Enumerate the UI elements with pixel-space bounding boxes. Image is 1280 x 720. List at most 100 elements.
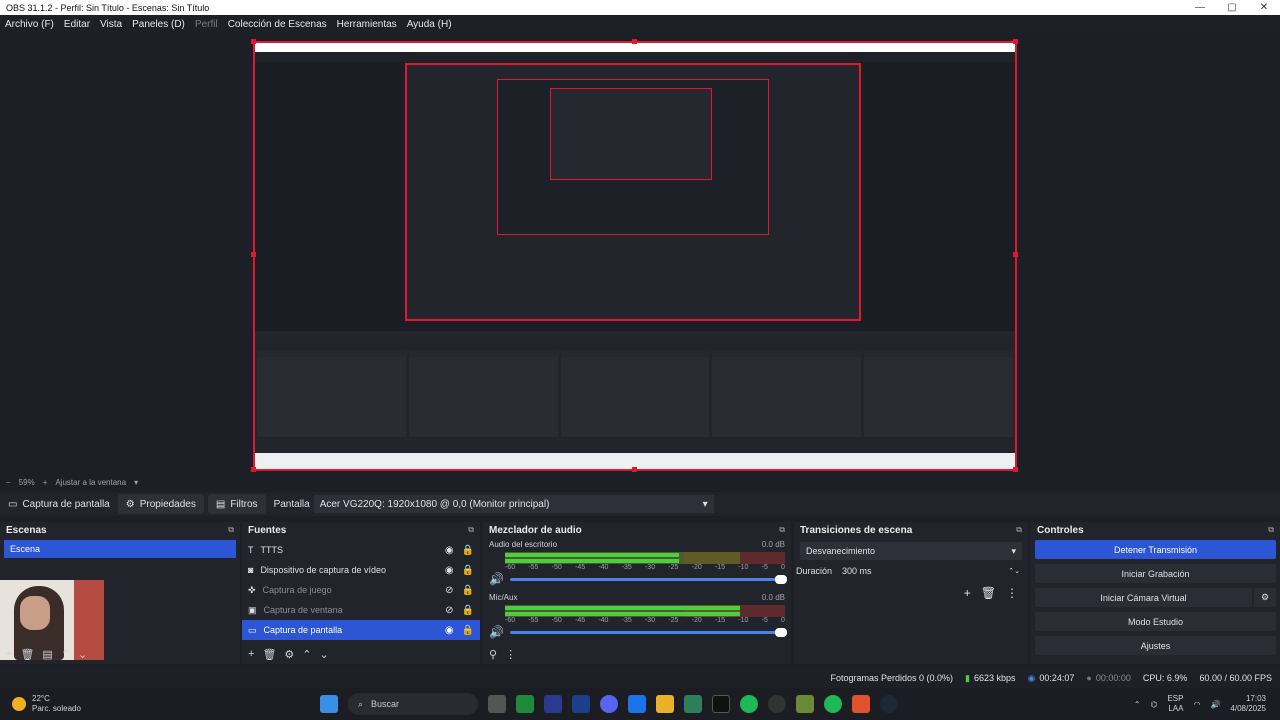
excel-icon[interactable] — [516, 695, 534, 713]
weather-widget[interactable]: 22°C Parc. soleado — [0, 694, 320, 714]
source-item-game-capture[interactable]: ✜ Captura de juego ⊘ 🔒 — [242, 580, 480, 600]
close-button[interactable]: ✕ — [1248, 2, 1280, 13]
discord-icon[interactable] — [600, 695, 618, 713]
more-icon[interactable]: ⋮ — [1006, 586, 1018, 600]
resize-handle[interactable] — [1013, 39, 1018, 44]
spotify-icon[interactable] — [824, 695, 842, 713]
chevron-up-icon[interactable]: ⌃ — [1134, 700, 1141, 709]
add-icon[interactable]: + — [248, 648, 254, 660]
brave-icon[interactable] — [852, 695, 870, 713]
capcut-icon[interactable] — [712, 695, 730, 713]
more-icon[interactable]: ⋮ — [505, 648, 516, 661]
source-item-screen-capture[interactable]: ▭ Captura de pantalla ◉ 🔒 — [242, 620, 480, 640]
popout-icon[interactable]: ⧉ — [228, 525, 234, 535]
popout-icon[interactable]: ⧉ — [1268, 525, 1274, 535]
eye-icon[interactable]: ◉ — [445, 545, 454, 556]
transition-select[interactable]: Desvanecimiento ▾ — [800, 542, 1022, 560]
menu-paneles[interactable]: Paneles (D) — [127, 19, 190, 30]
resize-handle[interactable] — [251, 252, 256, 257]
volume-knob[interactable] — [775, 574, 787, 584]
folder-icon[interactable] — [656, 695, 674, 713]
obs-icon[interactable] — [768, 695, 786, 713]
trash-icon[interactable]: 🗑 — [981, 586, 996, 600]
volume-knob[interactable] — [775, 627, 787, 637]
volume-slider[interactable] — [509, 574, 787, 584]
resize-handle[interactable] — [1013, 252, 1018, 257]
source-item-window-capture[interactable]: ▣ Captura de ventana ⊘ 🔒 — [242, 600, 480, 620]
stepper-icon[interactable]: ⌃⌄ — [1008, 567, 1026, 575]
menu-coleccion-escenas[interactable]: Colección de Escenas — [223, 19, 332, 30]
menu-perfil[interactable]: Perfil — [190, 19, 223, 30]
resize-handle[interactable] — [251, 467, 256, 472]
popout-icon[interactable]: ⧉ — [468, 525, 474, 535]
settings-button[interactable]: Ajustes — [1035, 636, 1276, 655]
premiere-icon[interactable] — [544, 695, 562, 713]
stop-streaming-button[interactable]: Detener Transmisión — [1035, 540, 1276, 559]
eye-icon[interactable]: ◉ — [445, 625, 454, 636]
speaker-icon[interactable]: 🔊 — [1210, 700, 1220, 709]
xbox-icon[interactable] — [740, 695, 758, 713]
minecraft-icon[interactable] — [796, 695, 814, 713]
windows-start-icon[interactable] — [320, 695, 338, 713]
start-virtual-camera-button[interactable]: Iniciar Cámara Virtual — [1035, 588, 1252, 607]
add-icon[interactable]: + — [964, 586, 971, 600]
eye-icon[interactable]: ◉ — [445, 565, 454, 576]
resize-handle[interactable] — [632, 39, 637, 44]
eye-hidden-icon[interactable]: ⊘ — [445, 585, 453, 596]
wifi-icon[interactable]: ◠ — [1193, 700, 1200, 709]
resize-handle[interactable] — [632, 467, 637, 472]
menu-editar[interactable]: Editar — [59, 19, 95, 30]
gear-icon[interactable]: ⚙ — [1254, 588, 1276, 607]
source-item-ttts[interactable]: T TTTS ◉ 🔒 — [242, 540, 480, 560]
steam-icon[interactable] — [880, 695, 898, 713]
filter-icon[interactable]: ▤ — [42, 648, 52, 661]
filters-button[interactable]: ▤ Filtros — [207, 494, 266, 514]
lock-icon[interactable]: 🔒 — [462, 625, 474, 636]
edge-icon[interactable] — [628, 695, 646, 713]
properties-button[interactable]: ⚙ Propiedades — [117, 494, 204, 514]
move-down-icon[interactable]: ⌄ — [320, 648, 329, 661]
source-item-video-capture[interactable]: ◙ Dispositivo de captura de vídeo ◉ 🔒 — [242, 560, 480, 580]
clock[interactable]: 17:03 4/08/2025 — [1230, 694, 1266, 714]
language-indicator[interactable]: ESP LAA — [1167, 694, 1183, 714]
resize-handle[interactable] — [1013, 467, 1018, 472]
lock-icon[interactable]: 🔒 — [462, 605, 474, 616]
task-view-icon[interactable] — [488, 695, 506, 713]
start-recording-button[interactable]: Iniciar Grabación — [1035, 564, 1276, 583]
add-icon[interactable]: + — [6, 648, 12, 660]
studio-mode-button[interactable]: Modo Estudio — [1035, 612, 1276, 631]
link-icon[interactable]: ⚲ — [489, 648, 497, 661]
menu-vista[interactable]: Vista — [95, 19, 127, 30]
lock-icon[interactable]: 🔒 — [462, 545, 474, 556]
app-icon[interactable] — [684, 695, 702, 713]
move-up-icon[interactable]: ⌃ — [302, 648, 311, 661]
trash-icon[interactable]: 🗑 — [262, 648, 276, 661]
lock-icon[interactable]: 🔒 — [462, 585, 474, 596]
scene-item[interactable]: Escena — [4, 540, 236, 558]
network-icon[interactable]: ⌬ — [1150, 700, 1157, 709]
trash-icon[interactable]: 🗑 — [20, 648, 34, 661]
eye-hidden-icon[interactable]: ⊘ — [445, 605, 453, 616]
popout-icon[interactable]: ⧉ — [1016, 525, 1022, 535]
maximize-button[interactable]: ▢ — [1216, 2, 1248, 13]
chevron-down-icon[interactable]: ▾ — [134, 478, 138, 487]
zoom-in-button[interactable]: + — [43, 478, 48, 487]
lock-icon[interactable]: 🔒 — [462, 565, 474, 576]
resize-handle[interactable] — [251, 39, 256, 44]
menu-ayuda[interactable]: Ayuda (H) — [402, 19, 457, 30]
speaker-icon[interactable]: 🔊 — [489, 572, 504, 586]
taskbar-search[interactable]: ⌕ Buscar — [348, 693, 478, 715]
menu-herramientas[interactable]: Herramientas — [332, 19, 402, 30]
preview-area[interactable] — [0, 33, 1280, 475]
display-select[interactable]: Acer VG220Q: 1920x1080 @ 0,0 (Monitor pr… — [313, 495, 714, 513]
move-up-icon[interactable]: ⌃ — [61, 648, 70, 661]
zoom-out-button[interactable]: − — [6, 478, 11, 487]
photoshop-icon[interactable] — [572, 695, 590, 713]
duration-input[interactable]: 300 ms — [842, 566, 998, 576]
speaker-icon[interactable]: 🔊 — [489, 625, 504, 639]
volume-slider[interactable] — [509, 627, 787, 637]
zoom-fit-select[interactable]: Ajustar a la ventana — [55, 478, 126, 487]
menu-archivo[interactable]: Archivo (F) — [0, 19, 59, 30]
gear-icon[interactable]: ⚙ — [284, 648, 294, 661]
preview-canvas[interactable] — [253, 41, 1017, 471]
